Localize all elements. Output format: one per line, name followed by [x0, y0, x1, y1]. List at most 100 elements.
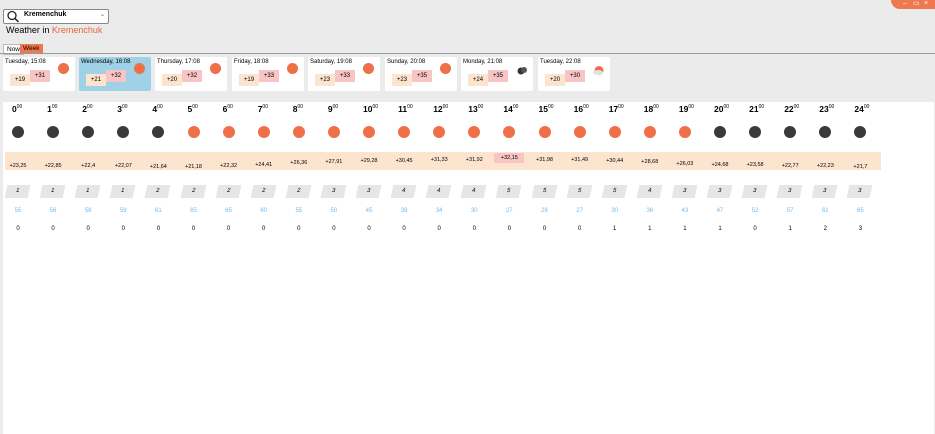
sun-icon [257, 126, 270, 138]
hourly-temperature: +21,18 [185, 163, 202, 170]
moon-icon [749, 126, 762, 138]
day-card-title: Wednesday, 16:08 [81, 59, 131, 65]
day-min-temp: +19 [239, 74, 259, 86]
hour-label: 1500 [538, 104, 554, 114]
precipitation-value: 0 [262, 226, 266, 232]
wind-speed: 1 [109, 185, 136, 198]
day-card-title: Monday, 21:08 [463, 59, 503, 65]
hour-label: 2000 [714, 104, 730, 114]
humidity-value: 50 [330, 208, 338, 214]
hourly-temperature: +28,68 [641, 158, 659, 165]
hourly-temperature: +24,68 [711, 161, 729, 168]
humidity-value: 61 [821, 208, 829, 214]
precipitation-value: 2 [823, 226, 827, 232]
hourly-temperature: +22,32 [220, 163, 238, 170]
window-controls: – ▭ × [891, 0, 935, 9]
sun-cloud-icon [593, 63, 604, 75]
day-card-title: Saturday, 19:08 [310, 59, 352, 65]
day-max-temp: +33 [335, 70, 355, 82]
wind-speed: 3 [320, 185, 347, 198]
maximize-button[interactable]: ▭ [913, 0, 920, 8]
hour-label: 1800 [643, 104, 659, 114]
moon-icon [47, 126, 60, 138]
humidity-value: 34 [435, 208, 443, 214]
day-card[interactable]: Sunday, 20:08 +23 +35 [385, 57, 457, 91]
day-max-temp: +33 [259, 70, 279, 82]
day-card[interactable]: Tuesday, 15:08 +19 +31 [3, 57, 75, 91]
humidity-value: 57 [786, 208, 794, 214]
search-icon[interactable] [6, 10, 20, 23]
humidity-value: 61 [155, 208, 162, 214]
hourly-temperature: +30,44 [606, 157, 624, 164]
sun-icon [134, 63, 145, 74]
hour-label: 1700 [608, 104, 624, 114]
hour-label: 600 [222, 104, 233, 114]
hourly-temperature: +31,49 [571, 157, 589, 163]
day-card[interactable]: Friday, 18:08 +19 +33 [232, 57, 304, 91]
day-min-temp: +19 [10, 74, 30, 86]
day-card-title: Sunday, 20:08 [387, 59, 426, 65]
hour-label: 1000 [363, 104, 379, 114]
hour-label: 100 [47, 104, 58, 114]
day-min-temp: +23 [315, 74, 335, 86]
humidity-value: 30 [611, 208, 619, 214]
chevron-down-icon[interactable]: ⌄ [100, 11, 105, 18]
humidity-value: 55 [14, 208, 22, 214]
sun-icon [327, 126, 340, 138]
wind-speed: 3 [355, 185, 382, 198]
day-card[interactable]: Thursday, 17:08 +20 +32 [155, 57, 227, 91]
precipitation-value: 0 [191, 226, 196, 232]
humidity-value: 36 [646, 208, 654, 214]
day-max-temp: +30 [565, 70, 585, 82]
precipitation-value: 0 [367, 226, 371, 232]
hourly-temperature: +22,77 [781, 162, 799, 169]
day-max-temp: +35 [488, 70, 508, 82]
wind-speed: 1 [74, 185, 101, 198]
wind-speed: 3 [706, 185, 733, 198]
hourly-temperature: +23,58 [746, 162, 764, 169]
sun-icon [287, 63, 298, 74]
hour-label: 900 [327, 104, 339, 114]
humidity-value: 39 [400, 208, 408, 214]
wind-speed: 1 [4, 185, 31, 198]
precipitation-value: 1 [788, 226, 792, 232]
humidity-value: 26 [541, 208, 548, 214]
city-search[interactable]: Kremenchuk ⌄ [3, 9, 109, 24]
hourly-temperature: +31,92 [465, 156, 483, 163]
minimize-button[interactable]: – [903, 0, 907, 8]
precipitation-value: 0 [577, 226, 582, 232]
close-button[interactable]: × [924, 0, 928, 8]
page-title: Weather in Kremenchuk [6, 25, 102, 35]
wind-speed: 2 [215, 185, 241, 198]
day-card-title: Tuesday, 15:08 [5, 59, 46, 65]
precipitation-value: 0 [437, 226, 441, 232]
hour-label: 300 [117, 104, 128, 114]
sun-icon [292, 126, 305, 138]
hour-label: 700 [257, 104, 268, 114]
hourly-temperature: +29,28 [360, 158, 378, 165]
wind-speed: 3 [847, 185, 873, 198]
precipitation-value: 0 [507, 226, 512, 232]
wind-speed: 4 [390, 185, 417, 198]
day-min-temp: +24 [468, 74, 488, 86]
day-card[interactable]: Saturday, 19:08 +23 +33 [308, 57, 380, 91]
city-search-input[interactable]: Kremenchuk [24, 11, 66, 18]
divider [0, 53, 935, 54]
wind-speed: 2 [285, 185, 312, 198]
day-card[interactable]: Tuesday, 22:08 +20 +30 [538, 57, 610, 91]
wind-speed: 4 [425, 185, 452, 198]
hourly-temperature: +22,4 [81, 163, 96, 170]
sun-icon [538, 126, 551, 138]
day-card[interactable]: Wednesday, 16:08 +21 +32 [79, 57, 151, 91]
humidity-value: 65 [190, 208, 197, 214]
tab-week[interactable]: Week [20, 44, 43, 53]
wind-speed: 2 [145, 185, 171, 198]
precipitation-value: 0 [86, 226, 90, 232]
precipitation-value: 1 [648, 226, 652, 232]
wind-speed: 4 [636, 185, 663, 198]
day-max-temp: +35 [412, 70, 432, 82]
humidity-value: 59 [119, 208, 127, 214]
wind-speed: 2 [180, 185, 206, 198]
day-card[interactable]: Monday, 21:08 +24 +35 [461, 57, 533, 91]
hourly-temperature: +21,64 [149, 163, 167, 170]
